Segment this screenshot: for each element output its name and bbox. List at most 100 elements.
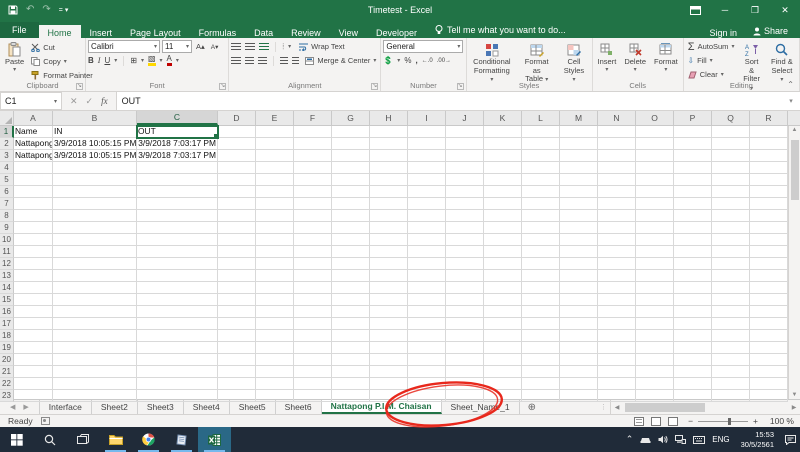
cell-G22[interactable] [332,378,370,390]
zoom-level[interactable]: 100 % [766,416,800,426]
ribbon-display-options-icon[interactable] [680,0,710,20]
cell-A18[interactable] [14,330,53,342]
cell-N19[interactable] [598,342,636,354]
cell-P1[interactable] [674,126,712,138]
cell-K5[interactable] [484,174,522,186]
cell-J5[interactable] [446,174,484,186]
conditional-formatting-button[interactable]: Conditional Formatting ▾ [469,40,515,85]
cell-M5[interactable] [560,174,598,186]
cell-B5[interactable] [53,174,137,186]
undo-icon[interactable]: ↶ [26,5,34,15]
row-header-7[interactable]: 7 [0,198,14,210]
cell-C2[interactable]: 3/9/2018 7:03:17 PM [137,138,218,150]
cell-G18[interactable] [332,330,370,342]
cell-Q8[interactable] [712,210,750,222]
row-header-14[interactable]: 14 [0,282,14,294]
align-center-icon[interactable] [245,57,254,64]
cell-B12[interactable] [53,258,137,270]
cell-N22[interactable] [598,378,636,390]
cell-D12[interactable] [218,258,256,270]
row-header-16[interactable]: 16 [0,306,14,318]
cell-O7[interactable] [636,198,674,210]
align-left-icon[interactable] [231,57,240,64]
align-right-icon[interactable] [258,57,267,64]
cell-I9[interactable] [408,222,446,234]
increase-decimal-icon[interactable]: ←.0 [422,58,433,64]
cell-B2[interactable]: 3/9/2018 10:05:15 PM [53,138,137,150]
cell-B15[interactable] [53,294,137,306]
cell-I17[interactable] [408,318,446,330]
maximize-button[interactable]: ❐ [740,0,770,20]
font-name-combo[interactable]: Calibri▾ [88,40,160,53]
cell-E22[interactable] [256,378,294,390]
cell-O2[interactable] [636,138,674,150]
cell-J14[interactable] [446,282,484,294]
cell-M19[interactable] [560,342,598,354]
cell-N5[interactable] [598,174,636,186]
cell-I14[interactable] [408,282,446,294]
format-cells-button[interactable]: Format ▾ [651,40,681,81]
decrease-indent-icon[interactable] [280,57,288,64]
redo-icon[interactable]: ↷ [42,5,50,15]
cell-L23[interactable] [522,390,560,402]
cell-C17[interactable] [137,318,218,330]
cell-L18[interactable] [522,330,560,342]
cell-D21[interactable] [218,366,256,378]
cell-A10[interactable] [14,234,53,246]
cell-B11[interactable] [53,246,137,258]
align-middle-icon[interactable] [245,43,255,50]
cell-Q21[interactable] [712,366,750,378]
cell-M23[interactable] [560,390,598,402]
row-header-15[interactable]: 15 [0,294,14,306]
cell-C9[interactable] [137,222,218,234]
cell-Q13[interactable] [712,270,750,282]
sheet-tab-sheet3[interactable]: Sheet3 [138,400,184,414]
sheet-tab-sheet2[interactable]: Sheet2 [92,400,138,414]
cell-G12[interactable] [332,258,370,270]
cell-L8[interactable] [522,210,560,222]
cell-Q6[interactable] [712,186,750,198]
cell-O8[interactable] [636,210,674,222]
cell-E23[interactable] [256,390,294,402]
cell-F10[interactable] [294,234,332,246]
cell-N8[interactable] [598,210,636,222]
cell-B6[interactable] [53,186,137,198]
cell-H1[interactable] [370,126,408,138]
comma-style-icon[interactable]: , [415,56,417,65]
horizontal-scroll-thumb[interactable] [625,403,705,412]
cell-R18[interactable] [750,330,788,342]
font-size-combo[interactable]: 11▾ [162,40,192,53]
cell-P16[interactable] [674,306,712,318]
cell-J15[interactable] [446,294,484,306]
row-header-20[interactable]: 20 [0,354,14,366]
row-header-23[interactable]: 23 [0,390,14,402]
cell-F14[interactable] [294,282,332,294]
cell-L3[interactable] [522,150,560,162]
cell-D19[interactable] [218,342,256,354]
tab-scrollbar-splitter[interactable]: ⋮ [597,400,610,414]
scroll-left-icon[interactable]: ◀ [611,404,623,411]
cell-J16[interactable] [446,306,484,318]
cell-I23[interactable] [408,390,446,402]
cell-A1[interactable]: Name [14,126,53,138]
cell-styles-button[interactable]: Cell Styles ▾ [558,40,589,85]
cell-F20[interactable] [294,354,332,366]
cell-M10[interactable] [560,234,598,246]
row-header-1[interactable]: 1 [0,126,14,138]
cell-A22[interactable] [14,378,53,390]
formula-bar-expand-icon[interactable]: ▾ [782,92,800,110]
cell-K11[interactable] [484,246,522,258]
cell-Q20[interactable] [712,354,750,366]
cell-P10[interactable] [674,234,712,246]
cell-C14[interactable] [137,282,218,294]
cell-Q3[interactable] [712,150,750,162]
cell-L14[interactable] [522,282,560,294]
cell-E16[interactable] [256,306,294,318]
column-header-G[interactable]: G [332,111,370,125]
cell-I15[interactable] [408,294,446,306]
font-dialog-launcher[interactable]: ↘ [219,83,226,90]
cell-H10[interactable] [370,234,408,246]
cell-F1[interactable] [294,126,332,138]
row-header-10[interactable]: 10 [0,234,14,246]
cell-M6[interactable] [560,186,598,198]
